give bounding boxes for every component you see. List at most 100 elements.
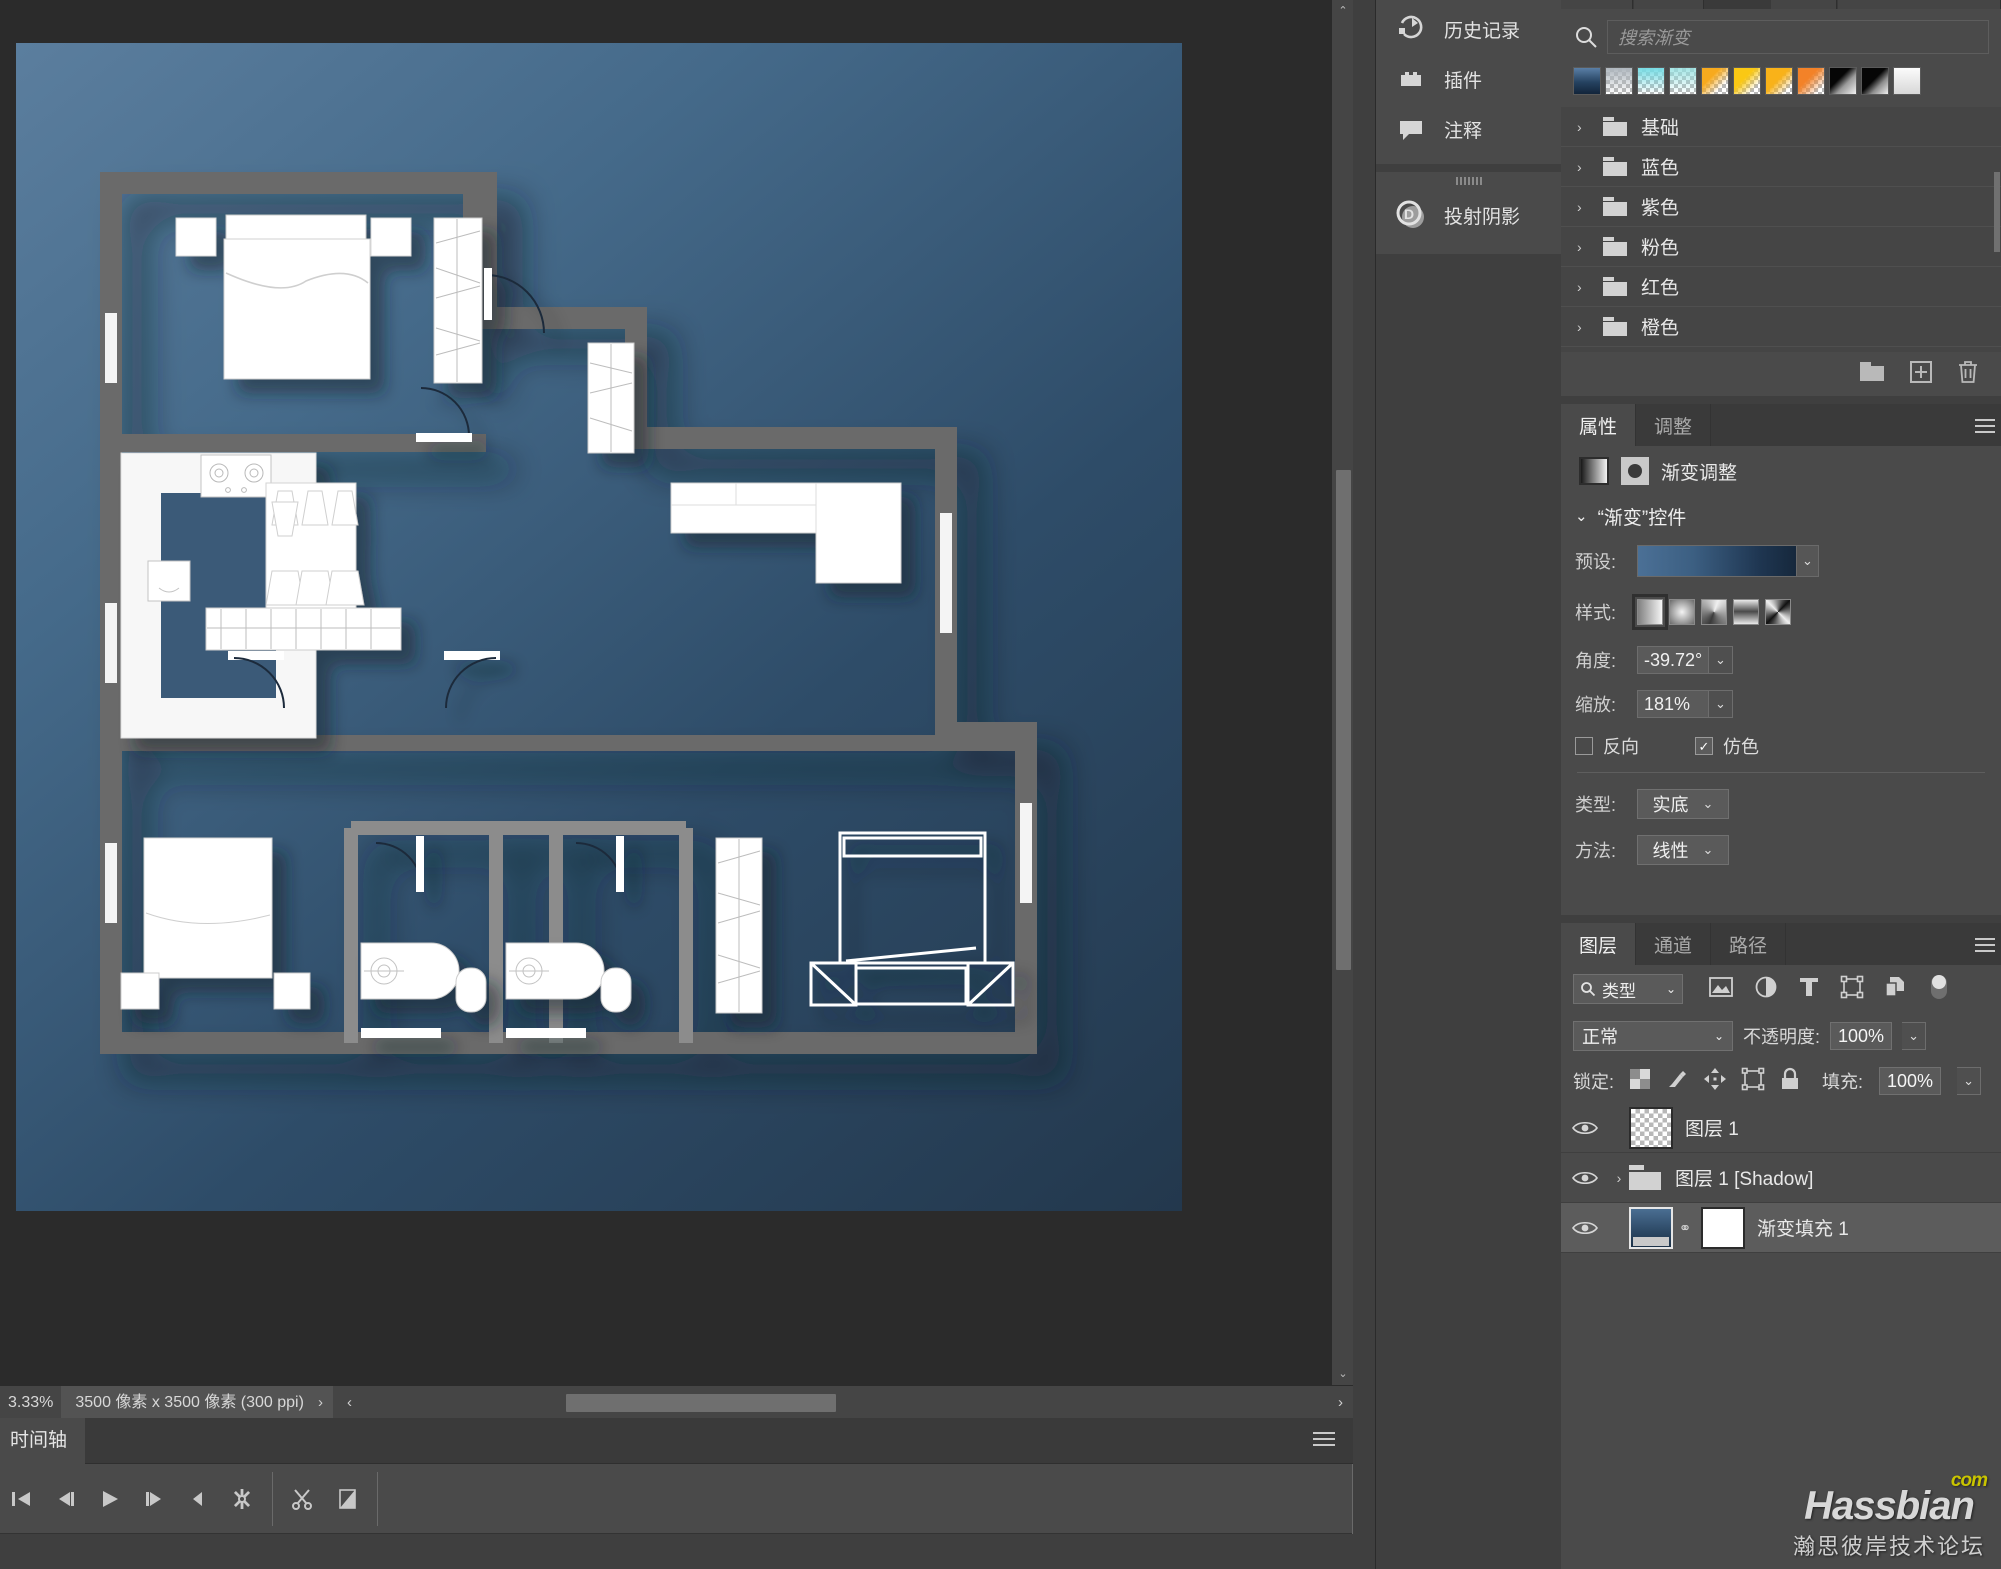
gradient-folder-list[interactable]: › 基础 › 蓝色 › 紫色 › 粉色 › 红色 › 橙色 xyxy=(1561,107,2001,352)
layer-mask-link-icon[interactable]: ⚭ xyxy=(1677,1219,1693,1237)
go-to-first-frame-button[interactable] xyxy=(0,1464,44,1534)
layer-visibility-toggle[interactable] xyxy=(1561,1170,1609,1186)
document-info[interactable]: 3500 像素 x 3500 像素 (300 ppi) › xyxy=(61,1385,333,1419)
filter-shape-icon[interactable] xyxy=(1840,975,1864,1003)
layer-name[interactable]: 渐变填充 1 xyxy=(1757,1214,1849,1241)
layer-visibility-toggle[interactable] xyxy=(1561,1120,1609,1136)
scroll-up-arrow[interactable]: ⌃ xyxy=(1332,0,1353,22)
chevron-right-icon[interactable]: › xyxy=(1577,319,1589,335)
play-button[interactable] xyxy=(88,1464,132,1534)
angle-input[interactable]: -39.72° xyxy=(1637,646,1709,674)
artboard-floorplan[interactable] xyxy=(16,43,1182,1211)
lock-transparent-pixels-icon[interactable] xyxy=(1630,1068,1651,1094)
dock-tab-4[interactable] xyxy=(1771,0,1837,9)
dock-tab-strip[interactable] xyxy=(1561,0,2001,9)
gradient-list-scrollbar[interactable] xyxy=(1993,107,2001,352)
lock-image-pixels-icon[interactable] xyxy=(1666,1068,1688,1095)
gradient-swatch[interactable] xyxy=(1829,67,1857,95)
style-diamond-icon[interactable] xyxy=(1765,599,1791,625)
gradient-folder-row[interactable]: › 粉色 xyxy=(1561,227,2001,267)
gradient-fill-thumbnail[interactable] xyxy=(1629,1206,1673,1249)
lock-position-icon[interactable] xyxy=(1704,1067,1727,1095)
table-row[interactable]: ⚭ 渐变填充 1 xyxy=(1561,1203,2001,1253)
gradient-folder-row[interactable]: › 橙色 xyxy=(1561,307,2001,347)
new-gradient-button[interactable] xyxy=(1909,360,1933,389)
style-radial-icon[interactable] xyxy=(1669,599,1695,625)
scale-dropdown-arrow[interactable]: ⌄ xyxy=(1709,690,1733,718)
dock-item-drop-shadow[interactable]: D 投射阴影 xyxy=(1376,190,1561,240)
method-select[interactable]: 线性 ⌄ xyxy=(1637,835,1729,865)
vertical-scroll-thumb[interactable] xyxy=(1336,470,1351,970)
tab-timeline[interactable]: 时间轴 xyxy=(0,1418,86,1464)
search-input[interactable]: 搜索渐变 xyxy=(1607,20,1989,54)
dock-drag-grip[interactable] xyxy=(1376,172,1561,190)
transition-icon[interactable] xyxy=(325,1464,369,1534)
gradient-swatch[interactable] xyxy=(1605,67,1633,95)
tab-layers[interactable]: 图层 xyxy=(1561,923,1637,965)
blend-mode-select[interactable]: 正常 ⌄ xyxy=(1573,1021,1733,1051)
style-linear-icon[interactable] xyxy=(1632,594,1668,630)
gradient-swatch[interactable] xyxy=(1701,67,1729,95)
chevron-right-icon[interactable]: › xyxy=(1577,119,1589,135)
chevron-down-icon[interactable]: ⌄ xyxy=(1575,507,1588,525)
canvas-area[interactable]: ⌃ ⌄ xyxy=(0,0,1353,1385)
tab-paths[interactable]: 路径 xyxy=(1711,923,1787,965)
previous-frame-button[interactable] xyxy=(44,1464,88,1534)
dock-item-notes[interactable]: 注释 xyxy=(1376,104,1561,154)
preset-dropdown-arrow[interactable]: ⌄ xyxy=(1797,545,1819,577)
fill-dropdown-arrow[interactable]: ⌄ xyxy=(1957,1067,1982,1095)
properties-menu-icon[interactable] xyxy=(1975,415,1995,437)
scroll-down-arrow[interactable]: ⌄ xyxy=(1332,1363,1353,1385)
zoom-level[interactable]: 3.33% xyxy=(0,1386,61,1419)
filter-pixel-icon[interactable] xyxy=(1709,976,1733,1002)
filter-type-icon[interactable] xyxy=(1799,976,1819,1003)
dock-tab-5[interactable] xyxy=(1838,0,2001,9)
layer-mask-thumbnail[interactable] xyxy=(1701,1206,1745,1249)
layer-name[interactable]: 图层 1 xyxy=(1685,1114,1739,1141)
fill-input[interactable]: 100% xyxy=(1879,1067,1942,1095)
chevron-right-icon[interactable]: › xyxy=(1577,279,1589,295)
gradient-swatch[interactable] xyxy=(1669,67,1697,95)
dock-tab-2[interactable] xyxy=(1634,0,1704,9)
next-frame-button[interactable] xyxy=(132,1464,176,1534)
scale-input[interactable]: 181% xyxy=(1637,690,1709,718)
horizontal-scroll-thumb[interactable] xyxy=(565,1393,836,1412)
opacity-dropdown-arrow[interactable]: ⌄ xyxy=(1902,1022,1927,1050)
opacity-input[interactable]: 100% xyxy=(1830,1022,1893,1050)
gradient-layer-thumbnail[interactable] xyxy=(1579,457,1609,485)
gradient-swatch[interactable] xyxy=(1573,67,1601,95)
layer-visibility-toggle[interactable] xyxy=(1561,1220,1609,1236)
layer-mask-thumbnail[interactable] xyxy=(1621,457,1649,485)
filter-toggle-switch[interactable] xyxy=(1929,972,1949,1007)
new-group-folder-button[interactable] xyxy=(1859,361,1885,388)
tab-properties[interactable]: 属性 xyxy=(1561,404,1637,446)
delete-gradient-button[interactable] xyxy=(1957,360,1979,389)
dock-item-history[interactable]: 历史记录 xyxy=(1376,4,1561,54)
chevron-left-icon[interactable]: ‹ xyxy=(333,1394,366,1411)
gradient-folder-row[interactable]: › 红色 xyxy=(1561,267,2001,307)
group-expand-chevron[interactable]: › xyxy=(1609,1170,1629,1186)
gradient-folder-row[interactable]: › 蓝色 xyxy=(1561,147,2001,187)
style-reflected-icon[interactable] xyxy=(1733,599,1759,625)
chevron-right-icon[interactable]: › xyxy=(1577,239,1589,255)
gradient-swatch[interactable] xyxy=(1861,67,1889,95)
gradient-swatch[interactable] xyxy=(1637,67,1665,95)
tab-channels[interactable]: 通道 xyxy=(1636,923,1712,965)
table-row[interactable]: 图层 1 xyxy=(1561,1103,2001,1153)
layer-filter-select[interactable]: 类型 ⌄ xyxy=(1573,974,1683,1004)
table-row[interactable]: › 图层 1 [Shadow] xyxy=(1561,1153,2001,1203)
lock-artboard-icon[interactable] xyxy=(1741,1067,1765,1095)
layer-name[interactable]: 图层 1 [Shadow] xyxy=(1675,1164,1813,1191)
canvas-vertical-scrollbar[interactable]: ⌃ ⌄ xyxy=(1331,0,1353,1385)
gradient-swatch[interactable] xyxy=(1733,67,1761,95)
reverse-checkbox[interactable] xyxy=(1575,737,1593,755)
chevron-right-icon[interactable]: › xyxy=(1577,199,1589,215)
chevron-right-icon[interactable]: › xyxy=(318,1386,323,1419)
filter-adjustment-icon[interactable] xyxy=(1755,976,1777,1003)
layer-thumbnail[interactable] xyxy=(1629,1106,1673,1149)
layers-menu-icon[interactable] xyxy=(1975,934,1995,956)
gradient-controls-section-header[interactable]: ⌄ “渐变”控件 xyxy=(1561,496,2001,536)
gradient-folder-row[interactable]: › 紫色 xyxy=(1561,187,2001,227)
timeline-menu-icon[interactable] xyxy=(1313,1428,1335,1450)
filter-smart-object-icon[interactable] xyxy=(1885,976,1907,1003)
